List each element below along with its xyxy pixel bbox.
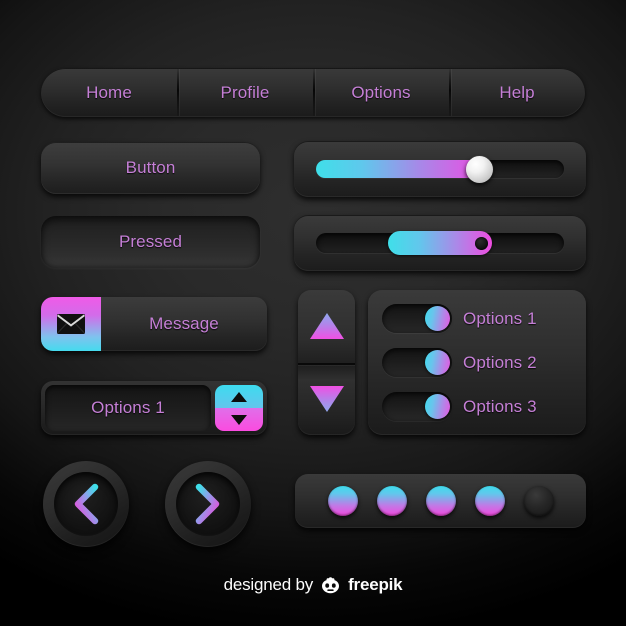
toggle-knob xyxy=(425,306,450,331)
envelope-icon xyxy=(41,297,101,351)
toggle-row: Options 1 xyxy=(382,302,572,335)
slider-pill[interactable] xyxy=(316,231,564,255)
nav-item-profile[interactable]: Profile xyxy=(177,68,313,117)
default-button-label: Button xyxy=(125,158,176,177)
arrow-pad-up-button[interactable] xyxy=(298,290,355,363)
nav-item-label: Home xyxy=(86,82,132,102)
arrow-pad-down-button[interactable] xyxy=(298,362,355,436)
navbar: Home Profile Options Help xyxy=(41,68,585,117)
chevron-right-icon xyxy=(195,483,220,525)
toggle-row: Options 2 xyxy=(382,346,572,379)
stepper-down-button[interactable] xyxy=(215,408,263,431)
next-button-inner xyxy=(176,472,240,536)
pressed-button-label: Pressed xyxy=(118,232,183,251)
nav-item-help[interactable]: Help xyxy=(449,68,585,117)
nav-item-label: Options xyxy=(351,82,411,102)
options-spinner: Options 1 xyxy=(41,381,267,435)
chevron-left-icon xyxy=(74,483,99,525)
slider-pill-fill[interactable] xyxy=(387,231,493,255)
footer-brand: freepik xyxy=(348,575,403,594)
pagination-dot[interactable] xyxy=(474,486,505,516)
toggle-label: Options 2 xyxy=(463,352,537,372)
footer-prefix: designed by xyxy=(223,575,314,594)
message-button-text-area: Message xyxy=(101,314,267,334)
pressed-button[interactable]: Pressed xyxy=(41,216,260,268)
previous-button-inner xyxy=(54,472,118,536)
slider-handle[interactable] xyxy=(466,155,494,183)
previous-button[interactable] xyxy=(43,461,129,547)
toggle-switch-options-1[interactable] xyxy=(382,304,452,333)
footer-attribution: designed by freepik xyxy=(0,575,626,595)
pagination-dot[interactable] xyxy=(376,486,407,516)
pagination-dot[interactable] xyxy=(523,486,554,516)
default-button[interactable]: Button xyxy=(41,142,260,194)
nav-item-label: Help xyxy=(499,82,535,102)
toggle-switch-options-2[interactable] xyxy=(382,348,452,377)
slider-pill-panel xyxy=(294,215,586,271)
message-button[interactable]: Message xyxy=(41,297,267,351)
nav-item-home[interactable]: Home xyxy=(41,68,177,117)
options-spinner-value: Options 1 xyxy=(91,398,165,417)
arrow-pad xyxy=(298,290,355,435)
nav-item-options[interactable]: Options xyxy=(313,68,449,117)
toggle-knob xyxy=(425,394,450,419)
nav-item-label: Profile xyxy=(220,82,270,102)
toggle-knob xyxy=(425,350,450,375)
slider-knob-panel xyxy=(294,141,586,197)
freepik-logo-icon xyxy=(322,576,340,593)
triangle-up-icon xyxy=(309,313,344,340)
stepper-up-button[interactable] xyxy=(215,385,263,408)
message-button-label: Message xyxy=(149,314,219,333)
toggle-label: Options 1 xyxy=(463,308,537,328)
toggle-label: Options 3 xyxy=(463,396,537,416)
toggle-options-panel: Options 1 Options 2 Options 3 xyxy=(368,290,586,435)
next-button[interactable] xyxy=(165,461,251,547)
triangle-down-icon xyxy=(309,385,344,412)
slider-filled[interactable] xyxy=(316,155,564,183)
stepper xyxy=(215,385,263,431)
pagination-dot[interactable] xyxy=(327,486,358,516)
pagination-dots xyxy=(295,474,586,528)
pagination-dot[interactable] xyxy=(425,486,456,516)
toggle-row: Options 3 xyxy=(382,390,572,423)
slider-fill xyxy=(316,160,480,178)
options-spinner-value-area[interactable]: Options 1 xyxy=(45,385,211,431)
toggle-switch-options-3[interactable] xyxy=(382,392,452,421)
slider-pill-handle[interactable] xyxy=(475,236,489,250)
ui-kit-canvas: Home Profile Options Help Button Pressed xyxy=(0,0,626,626)
